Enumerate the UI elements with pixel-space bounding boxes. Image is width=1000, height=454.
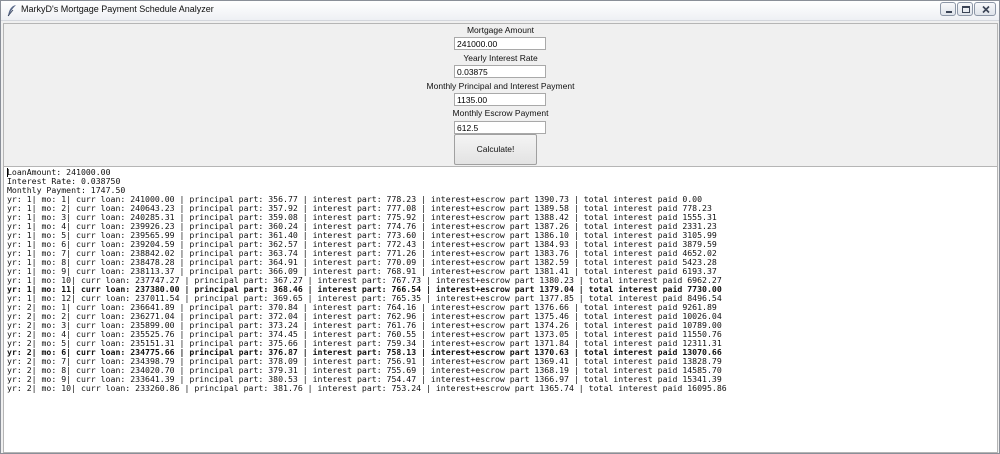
schedule-row: yr: 2| mo: 10| curr loan: 233260.86 | pr… (7, 383, 727, 393)
mortgage-amount-input[interactable]: 241000.00 (454, 37, 546, 50)
monthly-pi-label: Monthly Principal and Interest Payment (426, 81, 575, 91)
summary-loan-amount: LoanAmount: 241000.00 (7, 167, 111, 177)
window-controls (940, 2, 996, 16)
maximize-icon (962, 6, 970, 13)
output-lines: LoanAmount: 241000.00 Interest Rate: 0.0… (4, 167, 997, 393)
close-icon (982, 5, 990, 14)
monthly-escrow-input[interactable]: 612.5 (454, 121, 546, 134)
schedule-output-textarea[interactable]: LoanAmount: 241000.00 Interest Rate: 0.0… (3, 166, 998, 453)
interest-rate-label: Yearly Interest Rate (463, 53, 538, 63)
monthly-escrow-label: Monthly Escrow Payment (452, 108, 549, 118)
calculate-button[interactable]: Calculate! (454, 134, 537, 165)
title-bar[interactable]: MarkyD's Mortgage Payment Schedule Analy… (1, 1, 999, 21)
summary-interest-rate: Interest Rate: 0.038750 (7, 176, 121, 186)
minimize-icon (946, 11, 952, 13)
maximize-button[interactable] (957, 2, 973, 16)
input-panel: Mortgage Amount 241000.00 Yearly Interes… (3, 23, 998, 167)
mortgage-amount-label: Mortgage Amount (466, 25, 535, 35)
interest-rate-input[interactable]: 0.03875 (454, 65, 546, 78)
monthly-pi-input[interactable]: 1135.00 (454, 93, 546, 106)
minimize-button[interactable] (940, 2, 956, 16)
app-window: MarkyD's Mortgage Payment Schedule Analy… (0, 0, 1000, 454)
window-title: MarkyD's Mortgage Payment Schedule Analy… (21, 4, 214, 14)
feather-icon (6, 4, 18, 17)
close-button[interactable] (974, 2, 996, 16)
